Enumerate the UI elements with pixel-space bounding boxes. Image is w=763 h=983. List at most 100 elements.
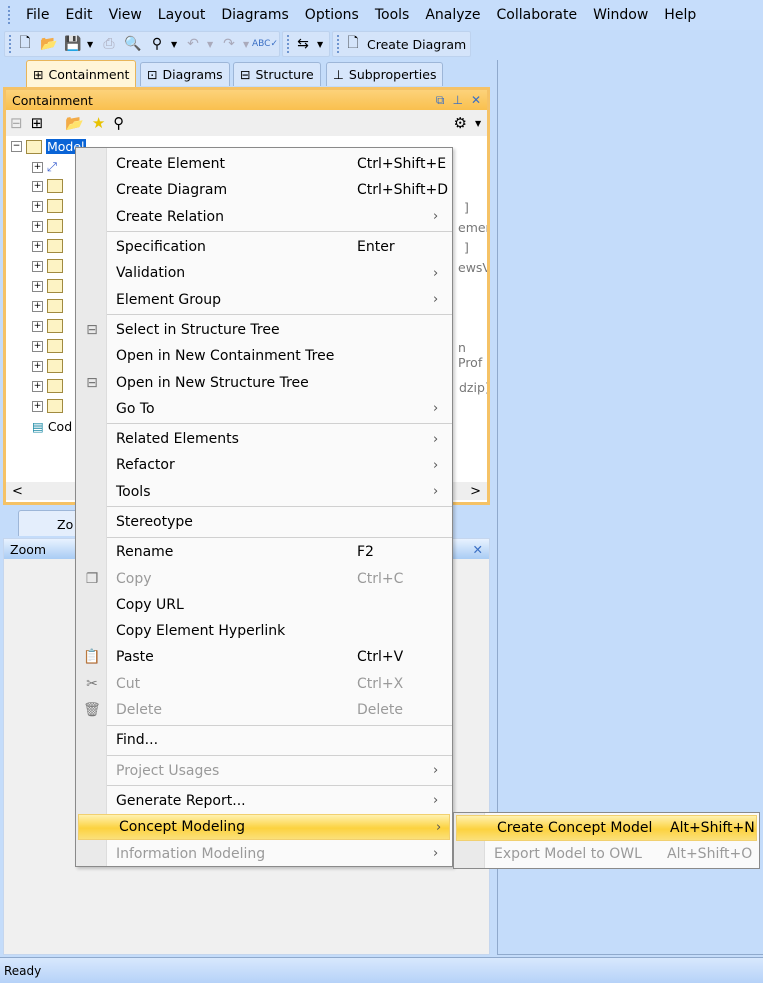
menu-item-copy-element-hyperlink[interactable]: Copy Element Hyperlink <box>76 618 452 644</box>
menu-analyze[interactable]: Analyze <box>417 7 488 23</box>
menu-item-copy-url[interactable]: Copy URL <box>76 592 452 618</box>
menu-item-label: Delete <box>116 702 162 719</box>
gear-icon[interactable]: ⚙ <box>454 114 467 132</box>
tree-node[interactable]: + <box>32 399 63 413</box>
menu-item-label: Tools <box>116 483 151 500</box>
expand-icon[interactable]: + <box>32 280 43 292</box>
menu-item-label: Export Model to OWL <box>494 846 642 863</box>
collapse-icon[interactable]: − <box>11 141 22 152</box>
tree-node[interactable]: + <box>32 359 63 373</box>
menu-options[interactable]: Options <box>297 7 367 23</box>
expand-icon[interactable]: + <box>32 260 43 272</box>
menu-item-validation[interactable]: Validation › <box>76 260 452 286</box>
tab-subproperties[interactable]: ⊥ Subproperties <box>326 62 444 86</box>
menu-item-stereotype[interactable]: Stereotype <box>76 509 452 535</box>
menu-item-specification[interactable]: Specification Enter <box>76 234 452 260</box>
tab-diagrams[interactable]: ⊡ Diagrams <box>140 62 230 86</box>
menu-item-find[interactable]: Find... <box>76 727 452 753</box>
expand-icon[interactable]: + <box>32 380 43 392</box>
tree-node[interactable]: + <box>32 239 63 253</box>
scroll-left-icon[interactable]: < <box>12 484 23 499</box>
tree-node[interactable]: + <box>32 219 63 233</box>
tab-containment[interactable]: ⊞ Containment <box>26 60 137 87</box>
tree-node-code[interactable]: ▤ Cod <box>32 419 72 434</box>
save-icon[interactable]: 💾 <box>63 34 83 54</box>
expand-icon[interactable]: + <box>32 360 43 372</box>
tree-node[interactable]: + <box>32 319 63 333</box>
menu-item-cut: ✂ Cut Ctrl+X <box>76 671 452 697</box>
expand-icon[interactable]: + <box>32 240 43 252</box>
open-folder-icon[interactable]: 📂 <box>39 34 59 54</box>
scroll-right-icon[interactable]: > <box>470 484 481 499</box>
menu-item-related-elements[interactable]: Related Elements › <box>76 426 452 452</box>
chevron-down-icon[interactable]: ▼ <box>317 40 325 49</box>
menu-item-shortcut: F2 <box>357 544 374 561</box>
new-project-icon[interactable]: 🗋 <box>15 34 35 54</box>
menu-item-label: Copy Element Hyperlink <box>116 623 286 640</box>
expand-icon[interactable]: ⊞ <box>31 114 44 132</box>
tree-node[interactable]: + <box>32 339 63 353</box>
menu-item-create-element[interactable]: Create Element Ctrl+Shift+E <box>76 151 452 177</box>
open-folder-icon[interactable]: 📂 <box>65 114 84 132</box>
chevron-down-icon: ▼ <box>207 39 214 49</box>
print-preview-icon[interactable]: 🔍 <box>123 34 143 54</box>
menu-item-element-group[interactable]: Element Group › <box>76 286 452 312</box>
expand-icon[interactable]: + <box>32 320 43 332</box>
import-export-icon[interactable]: ⇆ <box>293 34 313 54</box>
create-diagram-button[interactable]: 🗋 Create Diagram <box>332 31 472 57</box>
tree-node[interactable]: + <box>32 379 63 393</box>
menu-edit[interactable]: Edit <box>57 7 100 23</box>
expand-icon[interactable]: + <box>32 180 43 192</box>
expand-icon[interactable]: + <box>32 400 43 412</box>
menu-item-refactor[interactable]: Refactor › <box>76 452 452 478</box>
menu-diagrams[interactable]: Diagrams <box>213 7 296 23</box>
menu-item-select-in-structure-tree[interactable]: ⊟ Select in Structure Tree <box>76 317 452 343</box>
tab-label: Diagrams <box>162 67 223 82</box>
menu-tools[interactable]: Tools <box>367 7 418 23</box>
chevron-down-icon[interactable]: ▼ <box>87 40 95 49</box>
search-icon[interactable]: ⚲ <box>113 114 124 132</box>
tree-node[interactable]: + ⤢ <box>32 159 57 175</box>
menu-item-rename[interactable]: Rename F2 <box>76 539 452 565</box>
close-icon[interactable]: ✕ <box>473 542 483 557</box>
menu-item-tools[interactable]: Tools › <box>76 479 452 505</box>
expand-icon[interactable]: + <box>32 300 43 312</box>
close-icon[interactable]: ✕ <box>471 93 481 108</box>
tree-node[interactable]: + <box>32 199 63 213</box>
menu-item-paste[interactable]: 📋 Paste Ctrl+V <box>76 644 452 670</box>
tree-node[interactable]: + <box>32 279 63 293</box>
tree-node[interactable]: + <box>32 299 63 313</box>
tree-node[interactable]: + <box>32 179 63 193</box>
menu-item-go-to[interactable]: Go To › <box>76 396 452 422</box>
menu-item-create-relation[interactable]: Create Relation › <box>76 204 452 230</box>
spellcheck-icon[interactable]: ABC✓ <box>252 34 278 54</box>
menu-collaborate[interactable]: Collaborate <box>489 7 586 23</box>
menu-item-label: Create Concept Model <box>497 820 653 837</box>
menu-item-open-in-new-containment-tree[interactable]: Open in New Containment Tree <box>76 343 452 369</box>
expand-icon[interactable]: + <box>32 200 43 212</box>
binoculars-icon[interactable]: ⚲ <box>147 34 167 54</box>
menu-item-shortcut: Alt+Shift+O <box>667 846 753 863</box>
menu-item-create-diagram[interactable]: Create Diagram Ctrl+Shift+D <box>76 177 452 203</box>
expand-icon[interactable]: + <box>32 340 43 352</box>
chevron-down-icon[interactable]: ▼ <box>171 40 179 49</box>
tab-structure[interactable]: ⊟ Structure <box>233 62 321 86</box>
menu-window[interactable]: Window <box>585 7 656 23</box>
tree-node[interactable]: + <box>32 259 63 273</box>
expand-icon[interactable]: + <box>32 220 43 232</box>
menu-file[interactable]: File <box>18 7 57 23</box>
menu-item-concept-modeling[interactable]: Concept Modeling › <box>78 814 450 841</box>
menu-item-create-concept-model[interactable]: Create Concept Model Alt+Shift+N <box>456 815 757 842</box>
expand-icon[interactable]: + <box>32 161 43 173</box>
chevron-right-icon: › <box>433 265 439 281</box>
menu-help[interactable]: Help <box>656 7 704 23</box>
menu-item-open-in-new-structure-tree[interactable]: ⊟ Open in New Structure Tree <box>76 369 452 395</box>
chevron-down-icon[interactable]: ▼ <box>475 119 483 128</box>
menu-item-generate-report[interactable]: Generate Report... › <box>76 788 452 814</box>
pin-icon[interactable]: ⊥ <box>452 93 462 108</box>
menu-view[interactable]: View <box>101 7 150 23</box>
menu-layout[interactable]: Layout <box>150 7 214 23</box>
star-icon[interactable]: ★ <box>92 114 105 132</box>
tab-zoom[interactable]: Zo <box>18 510 78 536</box>
float-icon[interactable]: ⧉ <box>436 93 445 108</box>
